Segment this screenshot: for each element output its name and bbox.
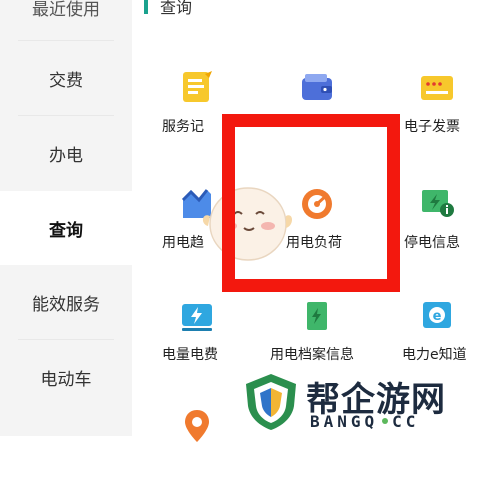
- tile-power-knowledge[interactable]: e 电力e知道: [382, 298, 489, 378]
- sidebar-item-ev[interactable]: 电动车: [0, 340, 132, 414]
- site-watermark: 帮企游网 BANGQ CC: [242, 368, 489, 436]
- section-title: 查询: [160, 0, 193, 17]
- tile-energy-bill[interactable]: 电量电费: [142, 298, 252, 378]
- svg-text:e: e: [433, 309, 442, 324]
- tile-label: 用电档案信息: [270, 347, 354, 363]
- brand-logo-icon: [246, 374, 296, 430]
- highlight-frame: [222, 114, 400, 292]
- category-sidebar: 最近使用 交费 办电 查询 能效服务 电动车: [0, 0, 132, 436]
- tile-usage-archive[interactable]: 用电档案信息: [262, 298, 372, 378]
- invoice-icon: [421, 76, 453, 100]
- tile-label: 电力e知道: [402, 347, 467, 363]
- watermark-domain: BANGQ CC: [310, 412, 420, 431]
- sidebar-item-pay[interactable]: 交费: [0, 41, 132, 115]
- tile-label: 电量电费: [162, 347, 218, 363]
- service-record-icon: [183, 71, 212, 102]
- section-accent-bar: [144, 0, 148, 14]
- sidebar-item-apply[interactable]: 办电: [0, 116, 132, 190]
- location-icon: [185, 410, 209, 442]
- outage-icon: [422, 190, 454, 217]
- archive-icon: [307, 302, 327, 330]
- sidebar-item-recent[interactable]: 最近使用: [0, 0, 132, 44]
- energy-bill-icon: [182, 304, 212, 331]
- wallet-icon: [302, 74, 332, 100]
- tile-location[interactable]: [142, 408, 252, 488]
- sidebar-item-query[interactable]: 查询: [0, 191, 132, 265]
- knowledge-icon: e: [423, 302, 451, 328]
- sidebar-item-efficiency[interactable]: 能效服务: [0, 265, 132, 339]
